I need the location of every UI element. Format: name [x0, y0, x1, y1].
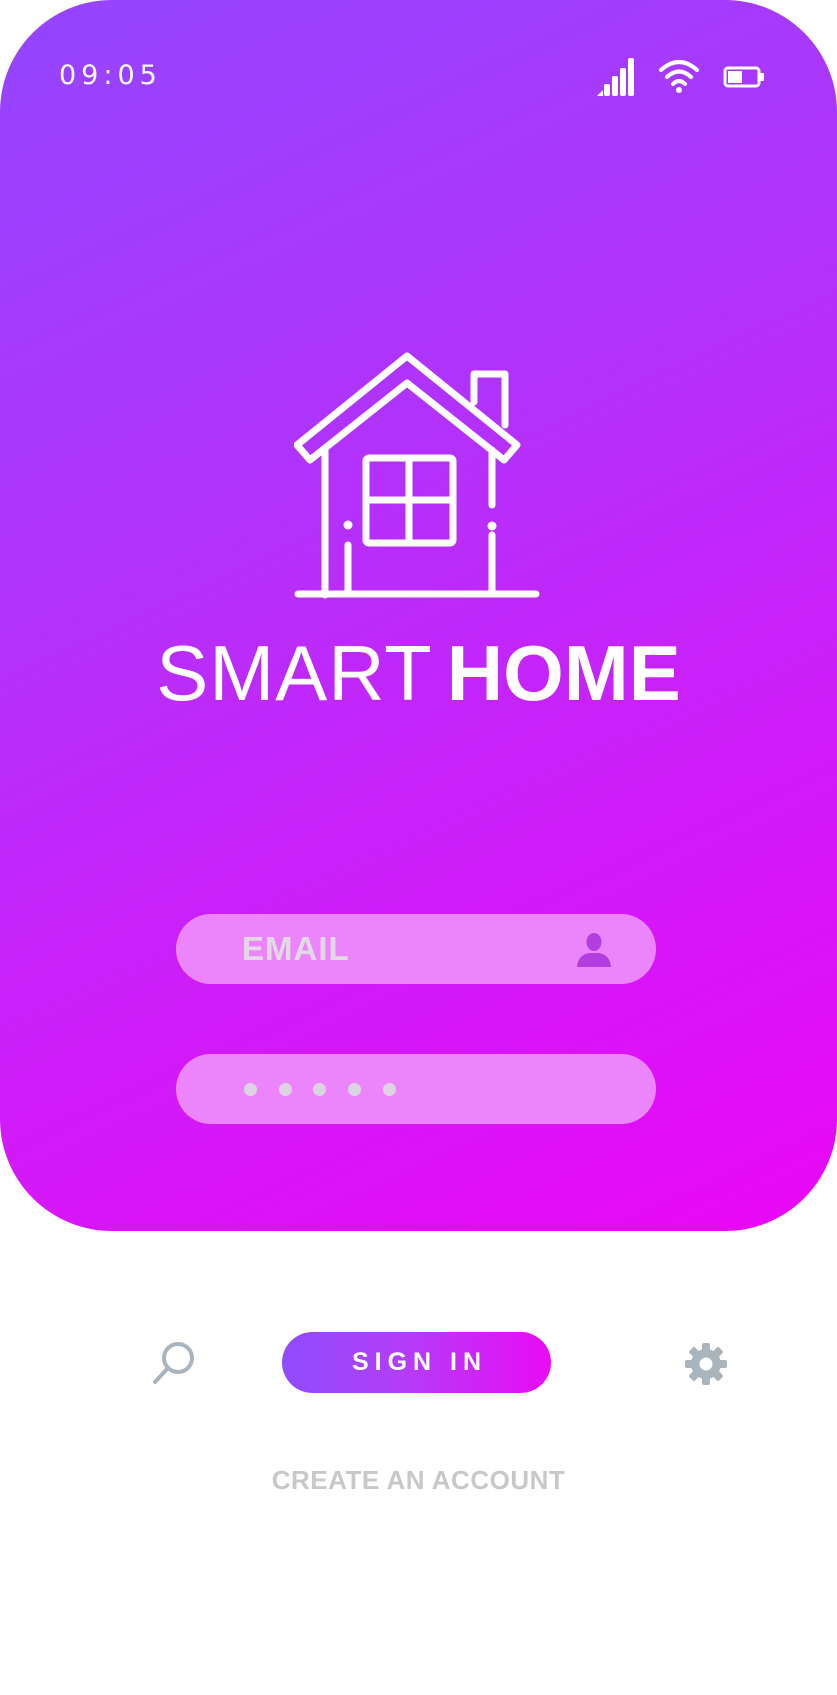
status-time: 09:05: [59, 60, 162, 91]
user-icon: [577, 933, 611, 967]
password-dot: [244, 1083, 257, 1096]
brand-title: SMART HOME: [0, 628, 837, 718]
sign-in-button[interactable]: SIGN IN: [282, 1332, 551, 1393]
email-field[interactable]: EMAIL: [176, 914, 656, 984]
create-account-link[interactable]: CREATE AN ACCOUNT: [0, 1465, 837, 1496]
password-field[interactable]: [176, 1054, 656, 1124]
battery-icon: [723, 66, 764, 88]
brand-title-bold: HOME: [446, 629, 681, 717]
password-dot: [383, 1083, 396, 1096]
wifi-icon: [659, 60, 699, 93]
gear-icon[interactable]: [684, 1342, 728, 1386]
house-icon: [294, 352, 540, 599]
search-icon[interactable]: [150, 1340, 198, 1386]
password-dot: [279, 1083, 292, 1096]
email-placeholder: EMAIL: [242, 930, 350, 967]
login-panel: 09:05 SMART HOME EMAIL: [0, 0, 837, 1231]
password-dot: [313, 1083, 326, 1096]
signal-icon: [597, 58, 634, 96]
password-dot: [348, 1083, 361, 1096]
brand-title-light: SMART: [156, 629, 433, 717]
